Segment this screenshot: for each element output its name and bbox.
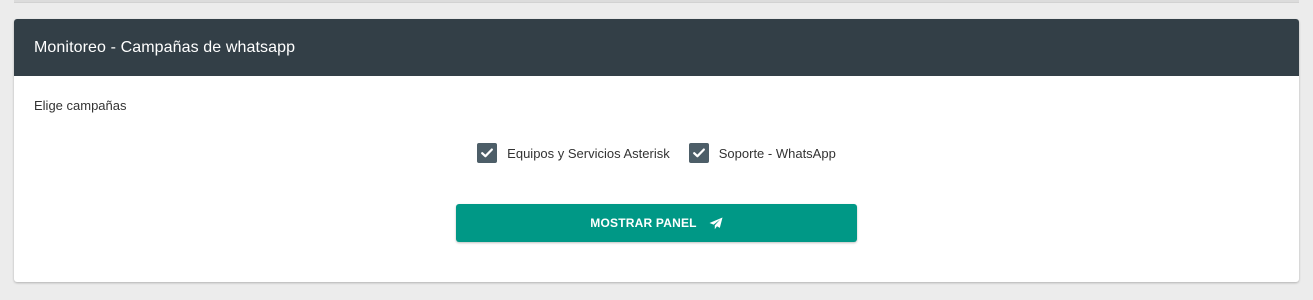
panel-body: Elige campañas Equipos y Servicios Aster… [14,76,1299,282]
check-icon [481,148,494,158]
show-panel-button-label: MOSTRAR PANEL [590,216,697,230]
campaign-checkbox-soporte[interactable]: Soporte - WhatsApp [688,143,836,163]
checkbox-checked[interactable] [477,143,498,163]
check-icon [692,148,705,158]
campaign-label: Soporte - WhatsApp [718,145,836,161]
panel-header: Monitoreo - Campañas de whatsapp [14,19,1299,76]
campaign-checkbox-group: Equipos y Servicios Asterisk Soporte - W… [14,143,1299,163]
campaign-label: Equipos y Servicios Asterisk [507,145,670,161]
paper-plane-icon [709,217,723,230]
campaign-checkbox-equipos[interactable]: Equipos y Servicios Asterisk [477,143,670,163]
checkbox-checked[interactable] [688,143,709,163]
previous-panel-edge [14,0,1299,3]
campaign-monitor-panel: Monitoreo - Campañas de whatsapp Elige c… [14,19,1299,282]
choose-campaigns-label: Elige campañas [34,98,127,113]
show-panel-button[interactable]: MOSTRAR PANEL [456,204,857,242]
panel-title: Monitoreo - Campañas de whatsapp [34,38,296,56]
